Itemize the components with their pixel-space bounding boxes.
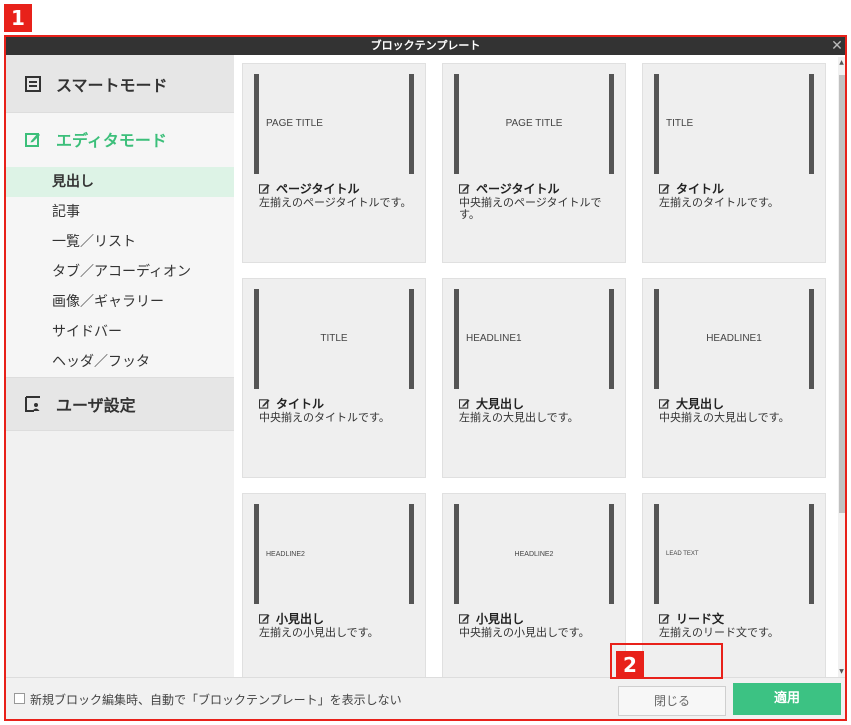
sidebar-user-settings[interactable]: ユーザ設定	[6, 377, 234, 431]
preview-text: LEAD TEXT	[666, 551, 699, 557]
template-name: 大見出し	[476, 397, 525, 411]
template-desc: 左揃えのタイトルです。	[659, 196, 779, 209]
template-preview: PAGE TITLE	[254, 74, 414, 174]
template-desc: 中央揃えの大見出しです。	[659, 411, 790, 424]
template-name: 小見出し	[476, 612, 525, 626]
preview-text: HEADLINE1	[706, 333, 762, 344]
template-name-row: 小見出し	[459, 610, 524, 627]
template-preview: HEADLINE1	[454, 289, 614, 389]
subnav-item-gallery[interactable]: 画像／ギャラリー	[6, 287, 234, 317]
pen-icon	[259, 614, 270, 624]
block-template-dialog: ブロックテンプレート ✕ スマートモード エディタモード 見出し 記事 一覧／リ…	[4, 35, 847, 721]
preview-text: HEADLINE2	[514, 551, 554, 558]
template-name: タイトル	[276, 397, 325, 411]
template-desc: 中央揃えのタイトルです。	[259, 411, 390, 424]
template-name: リード文	[676, 612, 725, 626]
template-card[interactable]: TITLE タイトル 左揃えのタイトルです。	[642, 63, 826, 263]
preview-text: HEADLINE2	[266, 551, 305, 558]
template-preview: LEAD TEXT	[654, 504, 814, 604]
scroll-down-icon[interactable]: ▼	[838, 668, 845, 675]
scroll-up-icon[interactable]: ▲	[838, 59, 845, 66]
template-name-row: ページタイトル	[459, 180, 560, 197]
template-preview: HEADLINE1	[654, 289, 814, 389]
pen-icon	[659, 399, 670, 409]
dialog-footer: 新規ブロック編集時、自動で「ブロックテンプレート」を表示しない 閉じる 適用	[6, 677, 845, 719]
template-name-row: 小見出し	[259, 610, 324, 627]
template-desc: 中央揃えのページタイトルです。	[459, 196, 602, 221]
sidebar-editor-mode[interactable]: エディタモード	[6, 113, 234, 165]
template-preview: HEADLINE2	[454, 504, 614, 604]
vertical-scrollbar[interactable]: ▲ ▼	[838, 57, 845, 677]
smart-mode-label: スマートモード	[56, 75, 168, 95]
editor-mode-label: エディタモード	[56, 131, 167, 150]
template-preview: PAGE TITLE	[454, 74, 614, 174]
subnav-item-sidebar[interactable]: サイドバー	[6, 317, 234, 347]
template-name-row: タイトル	[659, 180, 724, 197]
annotation-badge-2: 2	[616, 651, 644, 679]
subnav-item-tabs[interactable]: タブ／アコーディオン	[6, 257, 234, 287]
template-card[interactable]: PAGE TITLE ページタイトル 中央揃えのページタイトルです。	[442, 63, 626, 263]
template-name: ページタイトル	[276, 182, 360, 196]
close-button[interactable]: 閉じる	[618, 686, 726, 716]
pen-icon	[259, 184, 270, 194]
pen-icon	[259, 399, 270, 409]
preview-text: TITLE	[320, 333, 348, 344]
template-name: 小見出し	[276, 612, 325, 626]
preview-text: PAGE TITLE	[266, 118, 323, 129]
sidebar: スマートモード エディタモード 見出し 記事 一覧／リスト タブ／アコーディオン…	[6, 55, 234, 677]
template-card[interactable]: HEADLINE1 大見出し 中央揃えの大見出しです。	[642, 278, 826, 478]
template-name: 大見出し	[676, 397, 725, 411]
pen-icon	[459, 399, 470, 409]
template-desc: 左揃えの大見出しです。	[459, 411, 579, 424]
pen-icon	[459, 614, 470, 624]
user-settings-label: ユーザ設定	[56, 396, 136, 415]
template-name-row: 大見出し	[659, 395, 724, 412]
template-name: タイトル	[676, 182, 725, 196]
pen-icon	[659, 614, 670, 624]
scrollbar-thumb[interactable]	[839, 75, 845, 513]
subnav-item-headings[interactable]: 見出し	[6, 167, 234, 197]
template-desc: 左揃えのリード文です。	[659, 626, 779, 639]
template-name-row: リード文	[659, 610, 724, 627]
template-card[interactable]: TITLE タイトル 中央揃えのタイトルです。	[242, 278, 426, 478]
template-name-row: タイトル	[259, 395, 324, 412]
template-card[interactable]: LEAD TEXT リード文 左揃えのリード文です。	[642, 493, 826, 677]
edit-icon	[24, 130, 42, 148]
list-box-icon	[24, 75, 42, 93]
template-name: ページタイトル	[476, 182, 560, 196]
preview-text: TITLE	[666, 118, 694, 129]
template-name-row: ページタイトル	[259, 180, 360, 197]
dialog-title: ブロックテンプレート	[370, 39, 481, 52]
template-preview: TITLE	[654, 74, 814, 174]
annotation-badge-1: 1	[4, 4, 32, 32]
template-card[interactable]: HEADLINE2 小見出し 中央揃えの小見出しです。	[442, 493, 626, 677]
sidebar-smart-mode[interactable]: スマートモード	[6, 55, 234, 113]
editor-subnav: 見出し 記事 一覧／リスト タブ／アコーディオン 画像／ギャラリー サイドバー …	[6, 165, 234, 377]
template-grid: PAGE TITLE ページタイトル 左揃えのページタイトルです。 PAGE T…	[242, 63, 838, 677]
close-icon[interactable]: ✕	[829, 37, 845, 55]
hide-template-label: 新規ブロック編集時、自動で「ブロックテンプレート」を表示しない	[30, 693, 402, 707]
template-desc: 左揃えのページタイトルです。	[259, 196, 412, 209]
apply-button[interactable]: 適用	[733, 683, 841, 715]
template-desc: 中央揃えの小見出しです。	[459, 626, 590, 639]
dialog-titlebar: ブロックテンプレート ✕	[6, 37, 845, 55]
template-card[interactable]: HEADLINE1 大見出し 左揃えの大見出しです。	[442, 278, 626, 478]
preview-text: HEADLINE1	[466, 333, 522, 344]
template-preview: TITLE	[254, 289, 414, 389]
template-card[interactable]: PAGE TITLE ページタイトル 左揃えのページタイトルです。	[242, 63, 426, 263]
template-preview: HEADLINE2	[254, 504, 414, 604]
pen-icon	[459, 184, 470, 194]
subnav-item-header-footer[interactable]: ヘッダ／フッタ	[6, 347, 234, 377]
subnav-item-list[interactable]: 一覧／リスト	[6, 227, 234, 257]
hide-template-checkbox[interactable]	[14, 693, 25, 704]
template-card[interactable]: HEADLINE2 小見出し 左揃えの小見出しです。	[242, 493, 426, 677]
template-name-row: 大見出し	[459, 395, 524, 412]
template-desc: 左揃えの小見出しです。	[259, 626, 379, 639]
preview-text: PAGE TITLE	[505, 118, 563, 129]
subnav-item-articles[interactable]: 記事	[6, 197, 234, 227]
pen-icon	[659, 184, 670, 194]
user-frame-icon	[24, 395, 42, 413]
